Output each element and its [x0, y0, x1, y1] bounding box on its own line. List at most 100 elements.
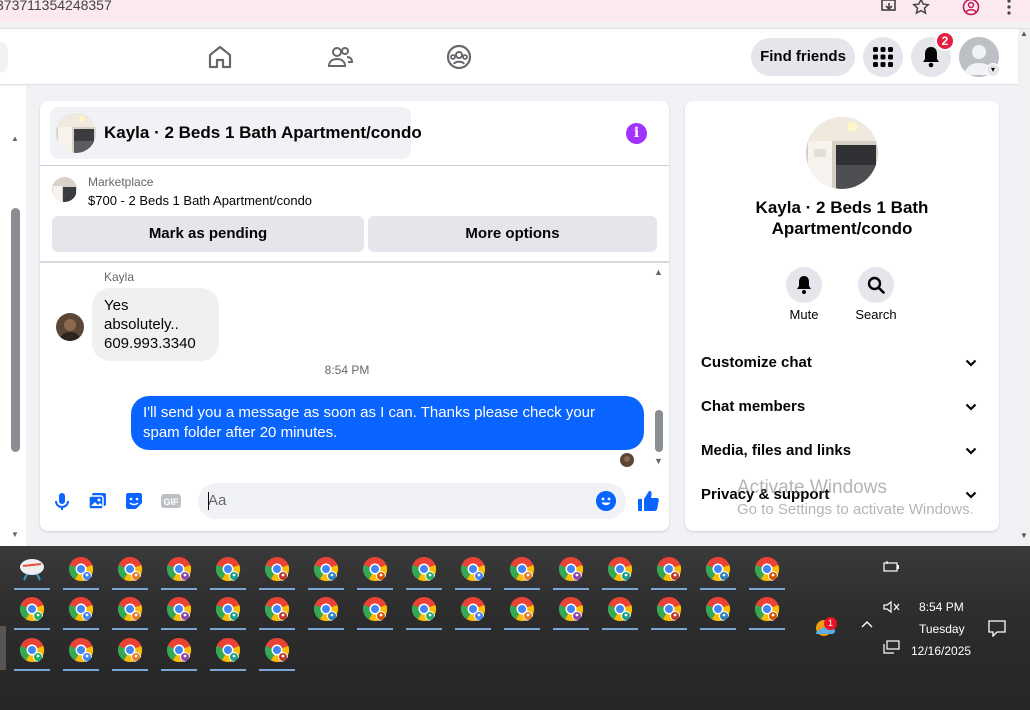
groups-icon[interactable] — [445, 43, 473, 71]
chat-members-row[interactable]: Chat members — [701, 396, 983, 420]
customize-chat-row[interactable]: Customize chat — [701, 352, 983, 376]
info-icon[interactable]: i — [626, 123, 647, 144]
menu-button[interactable] — [863, 37, 903, 77]
home-icon[interactable] — [206, 43, 234, 71]
chrome-window-icon[interactable] — [455, 594, 491, 630]
chat-scrollbar-thumb[interactable] — [655, 410, 663, 452]
chrome-window-icon[interactable] — [504, 594, 540, 630]
media-files-links-row[interactable]: Media, files and links — [701, 440, 983, 464]
emoji-icon[interactable] — [596, 491, 616, 511]
chrome-window-icon[interactable] — [504, 554, 540, 590]
chrome-window-icon[interactable] — [210, 594, 246, 630]
chrome-window-icon[interactable] — [749, 554, 785, 590]
listing-thumbnail[interactable] — [52, 177, 77, 202]
chrome-window-icon[interactable] — [210, 554, 246, 590]
action-center-icon[interactable] — [988, 619, 1006, 640]
section-label: Customize chat — [701, 354, 812, 371]
more-options-button[interactable]: More options — [368, 216, 657, 252]
chrome-window-icon[interactable] — [161, 554, 197, 590]
address-url[interactable]: 373711354248357 — [0, 0, 112, 13]
chevron-down-icon — [965, 447, 977, 455]
chrome-window-icon[interactable] — [308, 594, 344, 630]
chevron-down-icon[interactable]: ▾ — [986, 63, 1000, 77]
scroll-down-arrow-icon[interactable]: ▼ — [1020, 531, 1028, 540]
search-box-edge[interactable] — [0, 41, 8, 73]
chrome-window-icon[interactable] — [553, 594, 589, 630]
chrome-window-icon[interactable] — [259, 635, 295, 671]
chrome-window-icon[interactable] — [161, 594, 197, 630]
chrome-window-icon[interactable] — [700, 554, 736, 590]
chat-header[interactable]: Kayla · 2 Beds 1 Bath Apartment/condo — [50, 107, 422, 159]
browser-menu-icon[interactable] — [1000, 0, 1018, 16]
scroll-up-arrow-icon[interactable]: ▲ — [654, 267, 663, 277]
scrollbar-thumb[interactable] — [11, 208, 20, 452]
chrome-window-icon[interactable] — [553, 554, 589, 590]
chrome-window-icon[interactable] — [14, 594, 50, 630]
chrome-window-icon[interactable] — [602, 594, 638, 630]
speaker-muted-icon[interactable] — [883, 600, 901, 617]
search-button[interactable] — [858, 267, 894, 303]
message-text-field[interactable] — [208, 492, 588, 509]
thumbs-up-icon[interactable] — [636, 489, 660, 513]
clock-time[interactable]: 8:54 PM — [919, 600, 964, 614]
chrome-window-icon[interactable] — [14, 635, 50, 671]
scroll-down-arrow-icon[interactable]: ▼ — [11, 530, 19, 539]
chrome-window-icon[interactable] — [651, 554, 687, 590]
search-icon — [867, 276, 885, 294]
outgoing-message-bubble[interactable]: I'll send you a message as soon as I can… — [131, 396, 644, 450]
scroll-up-arrow-icon[interactable]: ▲ — [11, 134, 19, 143]
bookmark-star-icon[interactable] — [912, 0, 930, 16]
chrome-window-icon[interactable] — [112, 554, 148, 590]
taskbar-edge — [0, 626, 6, 670]
find-friends-button[interactable]: Find friends — [751, 38, 855, 76]
chrome-window-icon[interactable] — [63, 635, 99, 671]
chrome-window-icon[interactable] — [112, 635, 148, 671]
browser-address-bar[interactable]: 373711354248357 — [0, 0, 1030, 22]
chrome-window-icon[interactable] — [357, 594, 393, 630]
chrome-window-icon[interactable] — [406, 554, 442, 590]
chrome-window-icon[interactable] — [112, 594, 148, 630]
friends-icon[interactable] — [326, 43, 354, 71]
scroll-up-arrow-icon[interactable]: ▲ — [1020, 29, 1028, 38]
chrome-window-icon[interactable] — [161, 635, 197, 671]
microphone-icon[interactable] — [52, 491, 72, 511]
chrome-window-icon[interactable] — [602, 554, 638, 590]
show-hidden-icons-chevron-icon[interactable] — [860, 618, 874, 632]
scroll-down-arrow-icon[interactable]: ▼ — [654, 456, 663, 466]
chrome-window-icon[interactable] — [259, 554, 295, 590]
message-input[interactable] — [198, 483, 626, 519]
battery-icon[interactable] — [883, 560, 901, 577]
mute-button[interactable] — [786, 267, 822, 303]
chrome-window-icon[interactable] — [357, 554, 393, 590]
message-list[interactable]: Kayla Yes absolutely.. 609.993.3340 8:54… — [40, 263, 669, 469]
chrome-window-icon[interactable] — [63, 594, 99, 630]
chrome-window-icon[interactable] — [700, 594, 736, 630]
section-label: Media, files and links — [701, 442, 852, 459]
sender-avatar[interactable] — [56, 313, 84, 341]
chrome-window-icon[interactable] — [749, 594, 785, 630]
chevron-down-icon — [965, 403, 977, 411]
svg-text:GIF: GIF — [164, 497, 180, 507]
photo-icon[interactable] — [88, 491, 108, 511]
clock-date[interactable]: 12/16/2025 — [911, 644, 971, 658]
gif-icon[interactable]: GIF — [160, 491, 182, 511]
chrome-window-icon[interactable] — [210, 635, 246, 671]
clock-day[interactable]: Tuesday — [919, 622, 965, 636]
sticker-icon[interactable] — [124, 491, 144, 511]
details-name: Kayla · 2 Beds 1 Bath Apartment/condo — [755, 198, 929, 238]
chrome-window-icon[interactable] — [455, 554, 491, 590]
chrome-window-icon[interactable] — [308, 554, 344, 590]
network-icon[interactable] — [883, 640, 901, 657]
pinned-app-icon[interactable] — [14, 554, 50, 590]
chrome-window-icon[interactable] — [259, 594, 295, 630]
chrome-window-icon[interactable] — [63, 554, 99, 590]
listing-large-avatar[interactable] — [806, 117, 878, 189]
listing-title[interactable]: $700 - 2 Beds 1 Bath Apartment/condo — [88, 193, 312, 208]
install-app-icon[interactable] — [880, 0, 898, 16]
chrome-window-icon[interactable] — [651, 594, 687, 630]
page-scrollbar[interactable]: ▲ ▼ — [1018, 29, 1030, 546]
incoming-message-bubble[interactable]: Yes absolutely.. 609.993.3340 — [92, 288, 219, 361]
profile-icon[interactable] — [962, 0, 980, 16]
mark-as-pending-button[interactable]: Mark as pending — [52, 216, 364, 252]
chrome-window-icon[interactable] — [406, 594, 442, 630]
